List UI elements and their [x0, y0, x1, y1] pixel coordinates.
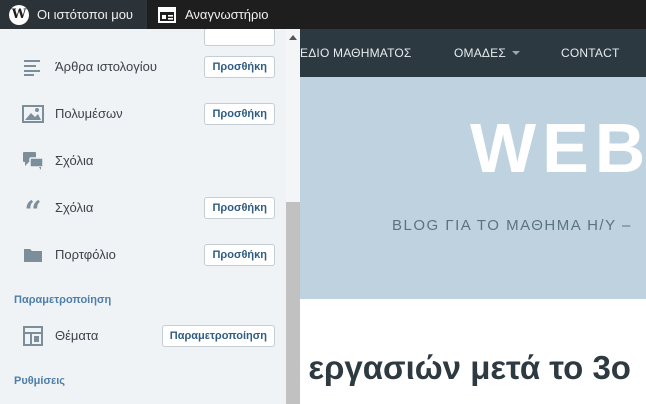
sidebar-item-label: Πορτφόλιο: [55, 247, 116, 262]
reader-label: Αναγνωστήριο: [185, 7, 269, 22]
add-post-button[interactable]: Προσθήκη: [204, 55, 275, 78]
nav-item-contact[interactable]: CONTACT: [561, 29, 620, 77]
folder-icon: [22, 244, 44, 266]
sidebar-item-label: Πολυμέσων: [55, 106, 123, 121]
sidebar-item-blog-posts[interactable]: Άρθρα ιστολογίου Προσθήκη: [0, 43, 286, 90]
themes-icon: [22, 325, 44, 347]
site-title[interactable]: WEB: [470, 113, 646, 183]
add-media-button[interactable]: Προσθήκη: [204, 102, 275, 125]
my-sites-label: Οι ιστότοποι μου: [37, 7, 134, 22]
reader-button[interactable]: Αναγνωστήριο: [147, 0, 269, 29]
nav-item-course[interactable]: ΕΔΙΟ ΜΑΘΗΜΑΤΟΣ: [300, 29, 412, 77]
sidebar-item-label: Θέματα: [55, 328, 99, 343]
site-header: WEB BLOG ΓΙΑ ΤΟ ΜΑΘΗΜΑ Η/Υ –: [300, 77, 646, 299]
sidebar-item-comments[interactable]: Σχόλια: [0, 137, 286, 184]
scroll-up-arrow-icon[interactable]: [289, 35, 297, 40]
my-sites-button[interactable]: W Οι ιστότοποι μου: [0, 0, 147, 29]
sidebar: Άρθρα ιστολογίου Προσθήκη Πολυμέσων Προσ…: [0, 29, 286, 404]
chevron-down-icon: [511, 51, 520, 55]
sidebar-item-media[interactable]: Πολυμέσων Προσθήκη: [0, 90, 286, 137]
customize-section-heading: Παραμετροποίηση: [14, 294, 112, 306]
post-title[interactable]: ι εργασιών μετά το 3ο: [300, 351, 631, 384]
sidebar-item-partial[interactable]: [0, 29, 286, 46]
pages-icon: [22, 29, 44, 31]
nav-item-groups[interactable]: ΟΜΑΔΕΣ: [454, 29, 520, 77]
sidebar-item-label: Σχόλια: [55, 200, 94, 215]
scrollbar-thumb[interactable]: [286, 202, 300, 404]
wordpress-logo-icon: W: [9, 4, 29, 25]
sidebar-item-portfolio[interactable]: Πορτφόλιο Προσθήκη: [0, 231, 286, 278]
sidebar-item-label: Άρθρα ιστολογίου: [55, 59, 157, 74]
add-portfolio-button[interactable]: Προσθήκη: [204, 243, 275, 266]
settings-section-heading: Ρυθμίσεις: [14, 375, 65, 387]
sidebar-item-testimonials[interactable]: “ Σχόλια Προσθήκη: [0, 184, 286, 231]
reader-icon: [158, 6, 176, 23]
customize-button[interactable]: Παραμετροποίηση: [161, 324, 275, 347]
site-navigation: ΕΔΙΟ ΜΑΘΗΜΑΤΟΣ ΟΜΑΔΕΣ CONTACT: [300, 29, 646, 77]
site-preview: ΕΔΙΟ ΜΑΘΗΜΑΤΟΣ ΟΜΑΔΕΣ CONTACT WEB BLOG Γ…: [300, 29, 646, 404]
sidebar-item-label: Σχόλια: [55, 153, 94, 168]
quote-icon: “: [24, 194, 42, 230]
admin-bar: W Οι ιστότοποι μου Αναγνωστήριο: [0, 0, 646, 29]
posts-icon: [22, 56, 44, 78]
sidebar-item-themes[interactable]: Θέματα Παραμετροποίηση: [0, 312, 286, 359]
sidebar-scrollbar[interactable]: [286, 29, 300, 404]
add-testimonial-button[interactable]: Προσθήκη: [204, 196, 275, 219]
site-tagline: BLOG ΓΙΑ ΤΟ ΜΑΘΗΜΑ Η/Υ –: [392, 217, 632, 234]
media-icon: [22, 103, 44, 125]
comments-icon: [22, 150, 44, 172]
